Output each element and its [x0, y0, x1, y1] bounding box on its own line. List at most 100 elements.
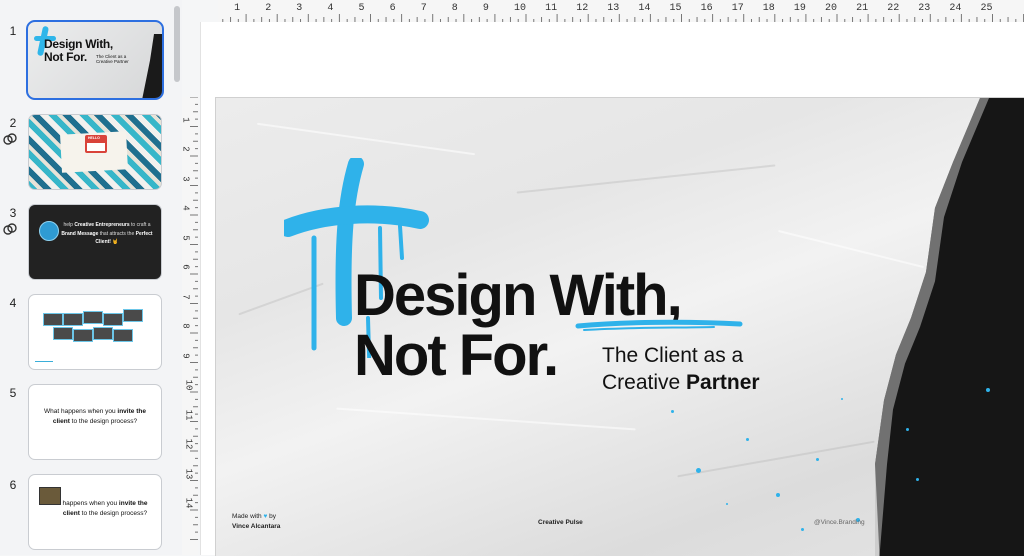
ruler-number: 1 [234, 3, 241, 14]
ruler-number: 20 [825, 3, 838, 14]
ruler-number: 13 [607, 3, 620, 14]
spray-dot [906, 428, 909, 431]
horizontal-ruler: 1 2 3 4 5 6 7 8 9 10 11 12 13 14 15 16 17 18 19 20 21 22 23 24 2… [218, 0, 1024, 22]
photo-tile [83, 311, 103, 324]
slide-number: 6 [9, 478, 17, 492]
ruler-ticks [222, 14, 1024, 22]
torn-paper-shape [142, 34, 162, 98]
ruler-number: 17 [731, 3, 744, 14]
paper-wrinkle [336, 407, 636, 431]
slide-subtitle: The Client as a Creative Partner [602, 344, 760, 394]
paper-wrinkle [516, 164, 776, 194]
photo-tile [123, 309, 143, 322]
slide-thumbnail-4[interactable] [28, 294, 162, 370]
slide-canvas[interactable]: Design With, Not For. The Client as a Cr… [215, 97, 1024, 556]
slide-number: 5 [9, 386, 17, 400]
avatar [39, 221, 59, 241]
ruler-number: 5 [358, 3, 365, 14]
photo-tile [73, 329, 93, 342]
ruler-number: 4 [180, 205, 191, 211]
hello-badge-inner [87, 143, 105, 151]
ruler-number: 8 [451, 3, 458, 14]
paper-wrinkle [256, 122, 476, 156]
thumbnail-text: help Creative Entrepreneurs to craft a B… [61, 222, 153, 245]
hello-badge-text: HELLO [88, 136, 100, 140]
ruler-number: 7 [420, 3, 427, 14]
brush-underline [575, 319, 743, 331]
ruler-number: 9 [180, 352, 191, 359]
slide-thumbnail-row-6[interactable]: 6 happens when you invite the client to … [0, 474, 170, 552]
footer-credit: Made with ♥ by Vince Alcantara [232, 513, 281, 530]
signature-mark [35, 355, 53, 362]
ruler-number: 18 [762, 3, 775, 14]
ruler-number: 10 [183, 379, 194, 391]
slide-thumbnail-row-2[interactable]: 2 HELLO [0, 114, 170, 192]
ruler-number: 22 [887, 3, 900, 14]
slide-thumbnail-2[interactable]: HELLO [28, 114, 162, 190]
slide-number: 4 [9, 296, 17, 310]
ruler-number: 12 [576, 3, 589, 14]
slide-thumbnail-6[interactable]: happens when you invite the client to th… [28, 474, 162, 550]
ruler-number: 9 [482, 3, 489, 14]
ruler-number: 5 [180, 234, 191, 241]
spray-dot [916, 478, 919, 481]
footer-center: Creative Pulse [538, 519, 583, 526]
spray-dot [671, 410, 674, 413]
ruler-number: 3 [296, 3, 303, 14]
ruler-number: 8 [180, 323, 191, 329]
ruler-number: 2 [180, 146, 191, 152]
spray-dot [986, 388, 990, 392]
ruler-number: 10 [514, 3, 527, 14]
slide-thumbnail-row-3[interactable]: 3 help Creative Entrepreneurs to craft a… [0, 204, 170, 282]
slide-number: 3 [9, 206, 17, 220]
photo-tile [103, 313, 123, 326]
ruler-number: 6 [180, 264, 191, 270]
heart-icon: ♥ [263, 513, 268, 520]
photo-tile [93, 327, 113, 340]
slide-thumbnail-row-4[interactable]: 4 [0, 294, 170, 372]
ruler-number: 6 [389, 3, 396, 14]
slide-thumbnail-row-5[interactable]: 5 What happens when you invite the clien… [0, 384, 170, 462]
ruler-number: 14 [638, 3, 651, 14]
ruler-number: 3 [180, 175, 191, 182]
linked-slide-icon [3, 223, 17, 235]
photo-tile [113, 329, 133, 342]
photo-tile [53, 327, 73, 340]
slide-thumbnail-1[interactable]: Design With, Not For. The Client as a Cr… [26, 20, 164, 100]
slide-panel-scrollbar[interactable] [174, 6, 180, 82]
photo-tile [43, 313, 63, 326]
ruler-number: 11 [545, 3, 558, 14]
footer-handle: @Vince.Branding [814, 519, 865, 526]
ruler-number: 19 [793, 3, 806, 14]
thumbnail-question: happens when you invite the client to th… [62, 500, 148, 517]
ruler-number: 4 [327, 3, 334, 14]
spray-dot [776, 493, 780, 497]
spray-dot [726, 503, 728, 505]
spray-dot [746, 438, 749, 441]
ruler-number: 2 [265, 3, 272, 14]
spray-dot [841, 398, 843, 400]
ruler-number: 15 [669, 3, 682, 14]
spray-dot [696, 468, 701, 473]
ruler-number: 23 [918, 3, 931, 14]
spray-dot [801, 528, 804, 531]
vertical-ruler: 1 2 3 4 5 6 7 8 9 10 11 12 13 14 [180, 97, 198, 555]
torn-poster-dark [875, 98, 1024, 556]
ruler-number: 21 [856, 3, 869, 14]
ruler-number: 7 [180, 293, 191, 300]
ruler-number: 24 [949, 3, 962, 14]
slide-thumbnail-row-1[interactable]: 1 Design With, Not For. The Client as a … [0, 20, 170, 102]
slide-thumbnail-5[interactable]: What happens when you invite the client … [28, 384, 162, 460]
ruler-number: 25 [980, 3, 993, 14]
paper-wrinkle [677, 440, 875, 478]
slide-number: 2 [9, 116, 17, 130]
linked-slide-icon [3, 133, 17, 145]
photo-tile [63, 313, 83, 326]
ruler-number: 11 [183, 409, 194, 420]
slide-panel: 1 Design With, Not For. The Client as a … [0, 0, 182, 555]
ruler-number: 16 [700, 3, 713, 14]
ruler-number: 13 [183, 468, 194, 479]
thumbnail-subtitle: The Client as a Creative Partner [96, 54, 129, 64]
slide-thumbnail-3[interactable]: help Creative Entrepreneurs to craft a B… [28, 204, 162, 280]
paper-wrinkle [777, 229, 925, 269]
